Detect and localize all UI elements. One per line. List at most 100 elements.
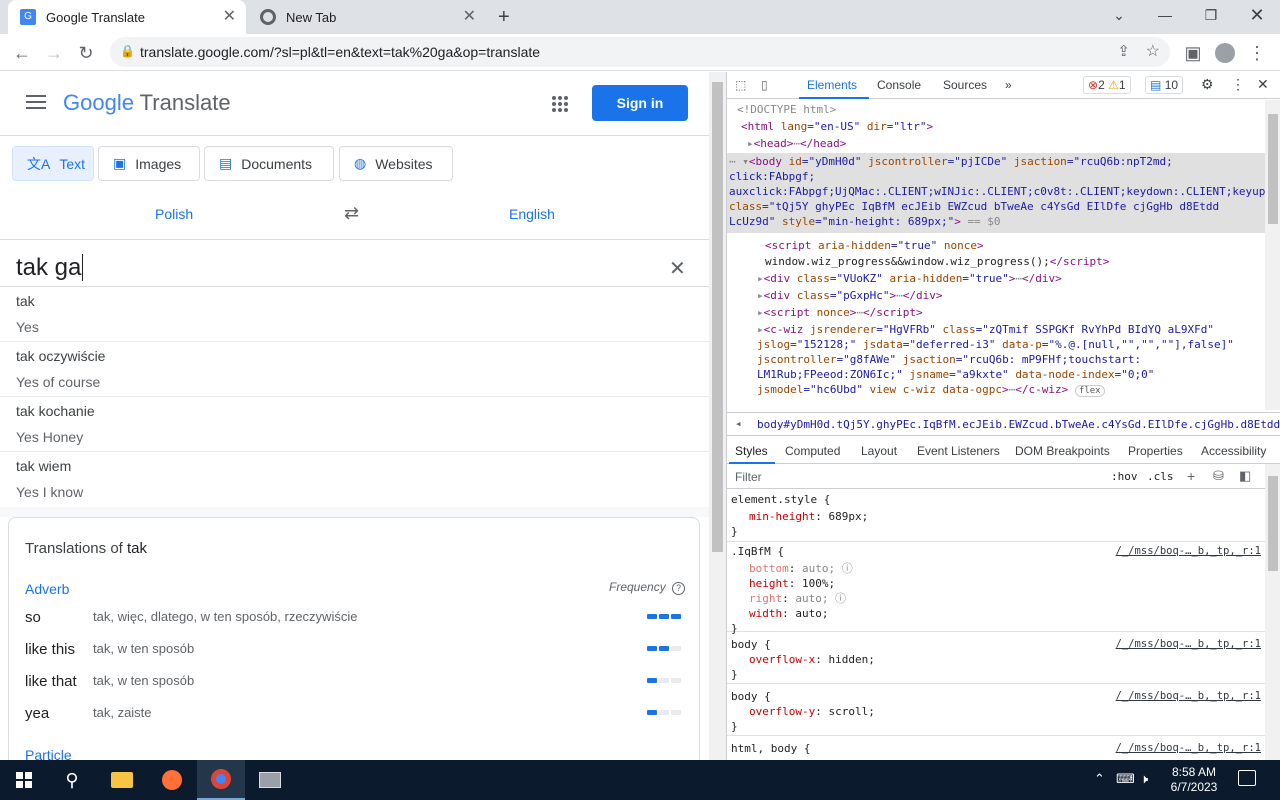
dom-scrollbar[interactable] <box>1265 100 1280 410</box>
profile-avatar-icon[interactable] <box>1212 40 1238 66</box>
tab-new-tab[interactable]: New Tab ✕ <box>248 0 486 34</box>
restore-icon[interactable]: ❐ <box>1188 0 1234 30</box>
scrollbar-thumb[interactable] <box>712 82 723 552</box>
clear-text-icon[interactable]: ✕ <box>669 256 686 281</box>
css-rule[interactable]: html, body { /_/mss/boq-…_b,_tp,_r:1 <box>727 736 1265 760</box>
dom-line[interactable]: ▸<script nonce>⋯</script> <box>757 305 923 320</box>
source-link[interactable]: /_/mss/boq-…_b,_tp,_r:1 <box>1116 637 1261 652</box>
tab-dom-breakpoints[interactable]: DOM Breakpoints <box>1015 444 1110 458</box>
device-toggle-icon[interactable]: ▯ <box>761 78 768 92</box>
side-panel-icon[interactable]: ▣ <box>1180 40 1206 66</box>
tab-console[interactable]: Console <box>877 78 921 92</box>
dom-line[interactable]: <html lang="en-US" dir="ltr"> <box>741 119 933 134</box>
file-explorer-icon[interactable] <box>98 760 146 800</box>
mode-text-button[interactable]: 文A Text <box>12 146 94 181</box>
target-language-button[interactable]: English <box>509 206 555 222</box>
dom-line[interactable]: ▸<div class="pGxpHc">⋯</div> <box>757 288 942 303</box>
network-icon[interactable]: ⌨ <box>1116 771 1135 787</box>
translation-row[interactable]: like this tak, w ten sposób <box>25 633 685 663</box>
mode-images-button[interactable]: ▣ Images <box>98 146 200 181</box>
firefox-icon[interactable] <box>148 760 196 800</box>
reload-icon[interactable]: ↻ <box>73 40 99 66</box>
dom-line[interactable]: <script aria-hidden="true" nonce> <box>765 238 984 253</box>
breadcrumb-left-icon[interactable]: ◂ <box>735 417 742 430</box>
minimize-icon[interactable]: — <box>1142 0 1188 30</box>
messages-counter[interactable]: ▤ 10 <box>1145 76 1184 94</box>
css-rule[interactable]: body { overflow-y: scroll; } /_/mss/boq-… <box>727 684 1265 736</box>
source-link[interactable]: /_/mss/boq-…_b,_tp,_r:1 <box>1116 689 1261 704</box>
scrollbar-thumb[interactable] <box>1268 114 1278 224</box>
tab-search-chevron-icon[interactable]: ⌄ <box>1096 0 1142 30</box>
tab-sources[interactable]: Sources <box>943 78 987 92</box>
hamburger-menu-icon[interactable] <box>26 95 46 109</box>
close-tab-icon[interactable]: ✕ <box>223 8 236 26</box>
tab-google-translate[interactable]: G Google Translate ✕ <box>8 0 246 34</box>
settings-gear-icon[interactable]: ⚙ <box>1201 76 1214 93</box>
more-tabs-chevron-icon[interactable]: » <box>1005 78 1012 92</box>
translation-row[interactable]: so tak, więc, dlatego, w ten sposób, rze… <box>25 601 685 631</box>
volume-muted-icon[interactable]: 🕨 <box>1140 771 1148 787</box>
bookmark-star-icon[interactable]: ☆ <box>1146 41 1160 61</box>
tray-chevron-up-icon[interactable]: ⌃ <box>1094 771 1105 787</box>
tab-computed[interactable]: Computed <box>785 444 840 458</box>
search-icon[interactable]: ⚲ <box>48 760 96 800</box>
dom-line[interactable]: ▸<head>⋯</head> <box>747 136 846 151</box>
suggestion-item[interactable]: tak Yes <box>0 287 709 342</box>
dom-line[interactable]: ▸<c-wiz jsrenderer="HgVFRb" class="zQTmi… <box>757 322 1261 399</box>
forward-arrow-icon[interactable]: → <box>41 40 67 66</box>
app-window-icon[interactable] <box>246 760 294 800</box>
suggestion-item[interactable]: tak oczywiście Yes of course <box>0 342 709 397</box>
suggestion-item[interactable]: tak kochanie Yes Honey <box>0 397 709 452</box>
tab-elements[interactable]: Elements <box>807 78 857 92</box>
css-rule[interactable]: body { overflow-x: hidden; } /_/mss/boq-… <box>727 632 1265 684</box>
google-translate-logo[interactable]: Google Translate <box>63 90 231 116</box>
issues-counter[interactable]: ⊗2 ⚠1 <box>1083 76 1131 94</box>
tab-accessibility[interactable]: Accessibility <box>1201 444 1266 458</box>
notifications-icon[interactable] <box>1238 770 1256 786</box>
inspect-element-icon[interactable]: ⬚ <box>735 78 746 92</box>
class-toggle[interactable]: .cls <box>1147 470 1174 483</box>
windows-start-icon[interactable] <box>0 760 48 800</box>
new-rule-plus-icon[interactable]: + <box>1187 468 1195 484</box>
styles-scrollbar[interactable] <box>1265 464 1280 760</box>
swap-languages-icon[interactable]: ⇄ <box>344 203 359 224</box>
address-bar[interactable]: 🔒 translate.google.com/?sl=pl&tl=en&text… <box>110 37 1170 67</box>
source-language-button[interactable]: Polish <box>155 206 193 222</box>
dom-tree[interactable]: <!DOCTYPE html> <html lang="en-US" dir="… <box>727 100 1265 410</box>
translation-row[interactable]: yea tak, zaiste <box>25 697 685 727</box>
dom-line-selected[interactable]: ⋯ ▾<body id="yDmH0d" jscontroller="pjICD… <box>729 154 1265 229</box>
scrollbar-thumb[interactable] <box>1268 476 1278 571</box>
page-scrollbar[interactable] <box>709 72 726 760</box>
css-rule[interactable]: .IqBfM { bottom: auto; ⓘ height: 100%; r… <box>727 542 1265 635</box>
close-devtools-icon[interactable]: ✕ <box>1257 76 1269 93</box>
mode-websites-button[interactable]: ◍ Websites <box>339 146 453 181</box>
close-tab-icon[interactable]: ✕ <box>463 8 476 26</box>
source-text-input[interactable]: tak ga <box>16 254 84 282</box>
share-icon[interactable]: ⇪ <box>1117 42 1130 60</box>
more-options-icon[interactable]: ⋮ <box>1231 76 1245 93</box>
sidebar-toggle-icon[interactable]: ◧ <box>1239 468 1251 484</box>
translation-row[interactable]: like that tak, w ten sposób <box>25 665 685 695</box>
css-rule[interactable]: element.style { min-height: 689px; } <box>727 490 1265 542</box>
chrome-menu-icon[interactable]: ⋮ <box>1244 40 1270 66</box>
back-arrow-icon[interactable]: ← <box>9 40 35 66</box>
filter-input[interactable]: Filter <box>735 470 762 484</box>
sign-in-button[interactable]: Sign in <box>592 85 688 121</box>
mode-documents-button[interactable]: ▤ Documents <box>204 146 334 181</box>
new-tab-plus-icon[interactable]: + <box>498 6 510 29</box>
apps-grid-icon[interactable] <box>551 95 569 113</box>
tab-styles[interactable]: Styles <box>735 444 768 458</box>
dom-line[interactable]: window.wiz_progress&&window.wiz_progress… <box>765 254 1109 269</box>
source-link[interactable]: /_/mss/boq-…_b,_tp,_r:1 <box>1116 741 1261 756</box>
suggestion-item[interactable]: tak wiem Yes I know <box>0 452 709 507</box>
dom-breadcrumb[interactable]: ◂ body#yDmH0d.tQj5Y.ghyPEc.IqBfM.ecJEib.… <box>727 412 1280 436</box>
clock[interactable]: 8:58 AM 6/7/2023 <box>1166 765 1222 795</box>
dom-line[interactable]: ▸<div class="VUoKZ" aria-hidden="true">⋯… <box>757 271 1062 286</box>
hover-state-toggle[interactable]: :hov <box>1111 470 1138 483</box>
chrome-icon[interactable] <box>197 760 245 800</box>
tab-properties[interactable]: Properties <box>1128 444 1183 458</box>
tab-layout[interactable]: Layout <box>861 444 897 458</box>
tab-event-listeners[interactable]: Event Listeners <box>917 444 1000 458</box>
close-window-icon[interactable]: ✕ <box>1234 0 1280 30</box>
help-icon[interactable]: ? <box>672 582 686 595</box>
